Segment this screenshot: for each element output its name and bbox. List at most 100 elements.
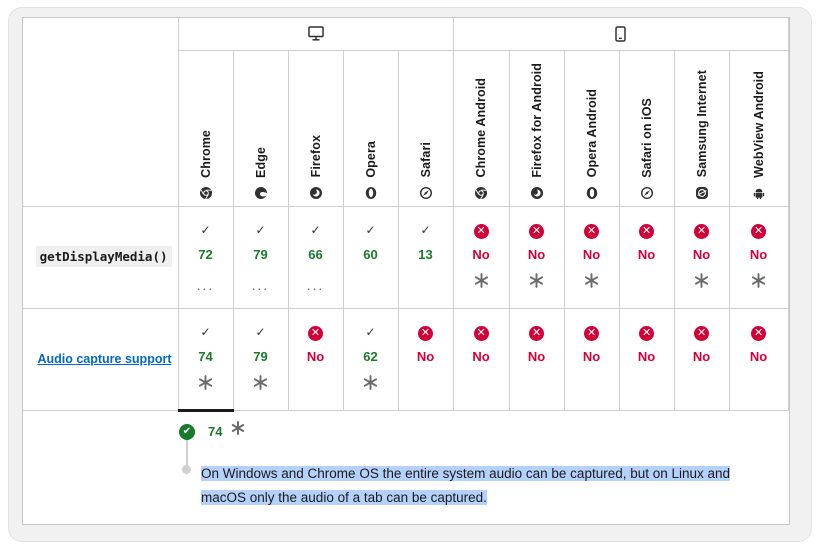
- support-cell-chrome[interactable]: ✓ 72...: [177, 206, 234, 309]
- browser-header-firefox-for-android: Firefox for Android: [508, 49, 565, 207]
- browser-name: Samsung Internet: [694, 70, 709, 178]
- note-text-selected: On Windows and Chrome OS the entire syst…: [201, 466, 731, 505]
- browser-name: Safari on iOS: [639, 97, 654, 178]
- support-cell-samsung-internet[interactable]: ✕ No: [673, 307, 730, 411]
- support-cell-opera-android[interactable]: ✕ No: [563, 307, 620, 411]
- support-cell-firefox-for-android[interactable]: ✕ No: [508, 206, 565, 309]
- unsupported-x-icon: ✕: [584, 223, 600, 239]
- support-version: 72: [198, 246, 213, 262]
- checkmark-icon: ✓: [255, 222, 266, 237]
- more-indicator: ...: [196, 276, 215, 293]
- support-cell-webview-android[interactable]: ✕ No: [728, 307, 789, 411]
- browser-name: Firefox: [308, 135, 323, 178]
- unsupported-x-icon: ✕: [639, 223, 655, 239]
- support-cell-webview-android[interactable]: ✕ No: [728, 206, 789, 309]
- asterisk-icon: [231, 421, 245, 440]
- table-row: getDisplayMedia() ✓ 72... ✓ 79... ✓ 66... ✓ 60 ✓ 1…: [23, 206, 789, 309]
- asterisk-icon: [675, 272, 729, 291]
- support-version: No: [416, 348, 435, 364]
- support-version: No: [306, 348, 325, 364]
- unsupported-x-icon: ✕: [639, 325, 655, 341]
- browser-header-chrome-android: Chrome Android: [452, 49, 510, 207]
- checkmark-icon: ✓: [255, 324, 266, 339]
- check-circle-icon: ✔: [179, 424, 195, 440]
- support-cell-safari[interactable]: ✕ No: [397, 307, 454, 411]
- platform-mobile: [452, 18, 789, 51]
- compat-table-card: Chrome Edge Firefox Opera Safari Chrome Andro…: [22, 17, 790, 525]
- firefox-icon: [309, 186, 323, 200]
- more-indicator: ...: [306, 276, 325, 293]
- unsupported-x-icon: ✕: [694, 325, 710, 341]
- support-version: No: [692, 348, 711, 364]
- support-version: No: [582, 246, 601, 262]
- support-cell-chrome[interactable]: ✓ 74: [177, 307, 234, 412]
- chrome-icon: [474, 186, 488, 200]
- platform-desktop: [177, 18, 454, 51]
- support-cell-edge[interactable]: ✓ 79...: [232, 206, 289, 309]
- checkmark-icon: ✓: [420, 222, 431, 237]
- notes-panel: ✔ 74 On Windows and Chrome OS the entire…: [23, 411, 788, 524]
- browser-name: Firefox for Android: [529, 62, 544, 178]
- support-cell-safari[interactable]: ✓ 13: [397, 206, 454, 309]
- support-cell-chrome-android[interactable]: ✕ No: [452, 307, 510, 411]
- unsupported-x-icon: ✕: [751, 325, 767, 341]
- checkmark-icon: ✓: [200, 222, 211, 237]
- support-cell-opera[interactable]: ✓ 60: [342, 206, 399, 309]
- support-version: No: [692, 246, 711, 262]
- browser-name: Chrome: [198, 129, 213, 178]
- support-cell-firefox-for-android[interactable]: ✕ No: [508, 307, 565, 411]
- browser-name: Opera: [363, 140, 378, 178]
- support-version: No: [637, 348, 656, 364]
- table-row: Audio capture support ✓ 74 ✓ 79 ✕ No ✓ 62 ✕ No ✕ No ✕…: [23, 307, 789, 412]
- browser-header-chrome: Chrome: [178, 49, 234, 207]
- support-version: No: [472, 246, 490, 262]
- browser-header-opera: Opera: [342, 49, 399, 207]
- android-icon: [752, 186, 766, 200]
- support-version: No: [637, 246, 656, 262]
- feature-link[interactable]: Audio capture support: [37, 352, 171, 366]
- browser-name: WebView Android: [751, 70, 766, 178]
- support-cell-opera[interactable]: ✓ 62: [342, 307, 399, 411]
- safari-icon: [640, 186, 654, 200]
- support-cell-firefox[interactable]: ✕ No: [287, 307, 344, 411]
- browser-name: Chrome Android: [474, 77, 489, 178]
- feature-name-cell: Audio capture support: [23, 307, 179, 411]
- support-version: 60: [363, 246, 378, 262]
- browser-header-safari: Safari: [397, 49, 454, 207]
- support-version: No: [527, 348, 546, 364]
- firefox-icon: [530, 186, 544, 200]
- unsupported-x-icon: ✕: [751, 223, 767, 239]
- timeline-line: [186, 437, 188, 467]
- checkmark-icon: ✓: [310, 222, 321, 237]
- support-version: 79: [253, 246, 268, 262]
- asterisk-icon: [510, 272, 564, 291]
- opera-icon: [585, 186, 599, 200]
- note-version: 74: [208, 424, 223, 439]
- support-version: 13: [418, 246, 433, 262]
- support-version: 74: [198, 348, 213, 364]
- support-cell-safari-on-ios[interactable]: ✕ No: [618, 206, 675, 309]
- support-cell-opera-android[interactable]: ✕ No: [563, 206, 620, 309]
- more-indicator: ...: [251, 276, 270, 293]
- opera-icon: [364, 186, 378, 200]
- unsupported-x-icon: ✕: [473, 325, 489, 341]
- support-cell-firefox[interactable]: ✓ 66...: [287, 206, 344, 309]
- support-version: 79: [253, 348, 268, 364]
- asterisk-icon: [730, 272, 788, 291]
- support-cell-safari-on-ios[interactable]: ✕ No: [618, 307, 675, 411]
- unsupported-x-icon: ✕: [529, 223, 545, 239]
- support-cell-samsung-internet[interactable]: ✕ No: [673, 206, 730, 309]
- smartphone-icon: [615, 25, 626, 42]
- safari-icon: [419, 186, 433, 200]
- unsupported-x-icon: ✕: [694, 223, 710, 239]
- support-cell-chrome-android[interactable]: ✕ No: [452, 206, 510, 309]
- browser-name: Opera Android: [584, 89, 599, 178]
- asterisk-icon: [234, 374, 288, 393]
- samsung-internet-icon: [695, 186, 709, 200]
- monitor-icon: [307, 26, 324, 41]
- browser-name: Safari: [418, 142, 433, 178]
- support-cell-edge[interactable]: ✓ 79: [232, 307, 289, 411]
- support-version: 62: [363, 348, 378, 364]
- browser-compat-table: Chrome Edge Firefox Opera Safari Chrome Andro…: [23, 18, 789, 412]
- support-version: No: [749, 246, 768, 262]
